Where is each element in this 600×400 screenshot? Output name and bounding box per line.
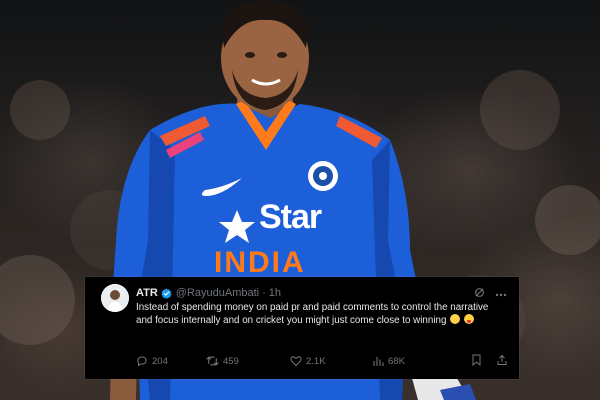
like-count: 2.1K bbox=[306, 355, 326, 367]
reply-button[interactable]: 204 bbox=[136, 355, 206, 367]
tweet-header: ATR @RayuduAmbati · 1h bbox=[136, 285, 507, 301]
heart-icon bbox=[290, 356, 302, 367]
grok-icon[interactable] bbox=[474, 287, 485, 300]
tweet-card[interactable]: ATR @RayuduAmbati · 1h Instead of spendi… bbox=[85, 277, 519, 379]
tweet-actions: 204 459 2.1K 68K bbox=[136, 353, 508, 369]
crest-icon bbox=[308, 161, 338, 191]
bookmark-icon bbox=[472, 354, 481, 366]
verified-badge-icon bbox=[161, 288, 172, 299]
bookmark-button[interactable] bbox=[471, 354, 482, 369]
views-button[interactable]: 68K bbox=[372, 355, 456, 367]
share-icon bbox=[497, 354, 507, 365]
tweet-time[interactable]: 1h bbox=[269, 287, 281, 299]
laughing-emoji-icon bbox=[450, 314, 461, 324]
reply-count: 204 bbox=[152, 355, 168, 367]
separator-dot: · bbox=[262, 287, 266, 299]
tweet-text-content: Instead of spending money on paid pr and… bbox=[136, 302, 489, 326]
tweet-text: Instead of spending money on paid pr and… bbox=[136, 301, 506, 327]
author-name[interactable]: ATR bbox=[136, 287, 158, 299]
jersey-brand-text: Star bbox=[259, 198, 322, 236]
avatar[interactable] bbox=[101, 284, 129, 312]
tongue-emoji-icon bbox=[463, 314, 474, 324]
share-button[interactable] bbox=[496, 354, 508, 369]
views-count: 68K bbox=[388, 355, 405, 367]
repost-count: 459 bbox=[223, 355, 239, 367]
author-handle[interactable]: @RayuduAmbati bbox=[176, 287, 259, 299]
repost-icon bbox=[206, 356, 219, 366]
reply-icon bbox=[137, 356, 147, 367]
like-button[interactable]: 2.1K bbox=[290, 355, 372, 367]
more-options-icon[interactable] bbox=[495, 287, 507, 299]
repost-button[interactable]: 459 bbox=[206, 355, 290, 367]
jersey-team-text: INDIA bbox=[214, 246, 306, 279]
views-icon bbox=[373, 357, 384, 366]
